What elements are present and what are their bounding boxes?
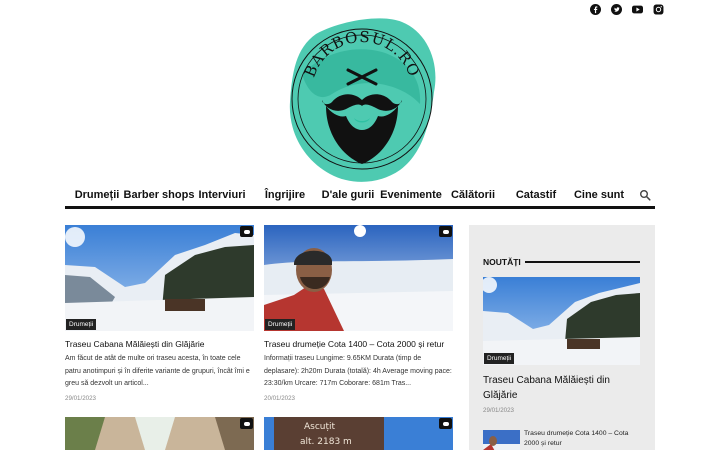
nav-item-calatorii[interactable]: Călătorii: [451, 189, 495, 201]
social-links: [590, 4, 664, 15]
svg-text:Ascuțit: Ascuțit: [304, 422, 336, 432]
comment-count-icon: [439, 418, 452, 429]
featured-post-thumbnail[interactable]: Drumeții: [483, 277, 640, 365]
post-thumbnail[interactable]: Drumeții: [65, 225, 254, 331]
instagram-icon[interactable]: [653, 4, 664, 15]
facebook-icon[interactable]: [590, 4, 601, 15]
youtube-icon[interactable]: [632, 4, 643, 15]
nav-item-dale-gurii[interactable]: D'ale gurii: [322, 189, 375, 201]
twitter-icon[interactable]: [611, 4, 622, 15]
post-title[interactable]: Traseu drumeție Cota 1400 – Cota 2000 și…: [264, 339, 454, 350]
post-date: 20/01/2023: [264, 395, 295, 402]
nav-item-barber-shops[interactable]: Barber shops: [124, 189, 195, 201]
list-post-thumbnail[interactable]: [483, 430, 520, 450]
featured-post-date: 29/01/2023: [483, 407, 514, 414]
category-tag[interactable]: Drumeții: [484, 353, 515, 364]
nav-item-ingrijire[interactable]: Îngrijire: [265, 189, 305, 201]
nav-item-interviuri[interactable]: Interviuri: [198, 189, 245, 201]
category-tag[interactable]: Drumeții: [66, 319, 97, 330]
search-icon[interactable]: [639, 189, 651, 201]
nav-item-evenimente[interactable]: Evenimente: [380, 189, 442, 201]
nav-item-cine-sunt[interactable]: Cine sunt: [574, 189, 624, 201]
post-thumbnail[interactable]: [65, 417, 254, 450]
svg-text:alt. 2183 m: alt. 2183 m: [300, 437, 352, 447]
post-thumbnail[interactable]: Ascuțit alt. 2183 m: [264, 417, 453, 450]
main-navigation: Drumeții Barber shops Interviuri Îngriji…: [65, 184, 655, 209]
comment-count-icon: [240, 226, 253, 237]
post-excerpt: Informații traseu Lungime: 9.65KM Durata…: [264, 355, 452, 387]
featured-post-title[interactable]: Traseu Cabana Mălăiești din Glăjărie: [483, 373, 640, 403]
comment-count-icon: [240, 418, 253, 429]
nav-item-catastif[interactable]: Catastif: [516, 189, 556, 201]
category-tag[interactable]: Drumeții: [265, 319, 296, 330]
post-excerpt: Am făcut de atât de multe ori traseu ace…: [65, 355, 250, 387]
comment-count-icon: [439, 226, 452, 237]
sidebar-news-widget: NOUTĂȚI Drumeții Traseu Cabana Mălăiești…: [469, 225, 655, 450]
post-date: 29/01/2023: [65, 395, 96, 402]
widget-title: NOUTĂȚI: [483, 257, 521, 267]
site-logo[interactable]: BARBOSUL.RO: [282, 14, 442, 186]
nav-item-drumetii[interactable]: Drumeții: [75, 189, 120, 201]
list-post-title[interactable]: Traseu drumeție Cota 1400 – Cota 2000 și…: [524, 429, 642, 449]
post-thumbnail[interactable]: Drumeții: [264, 225, 453, 331]
widget-title-rule: [525, 261, 640, 263]
post-title[interactable]: Traseu Cabana Mălăiești din Glăjărie: [65, 339, 255, 350]
